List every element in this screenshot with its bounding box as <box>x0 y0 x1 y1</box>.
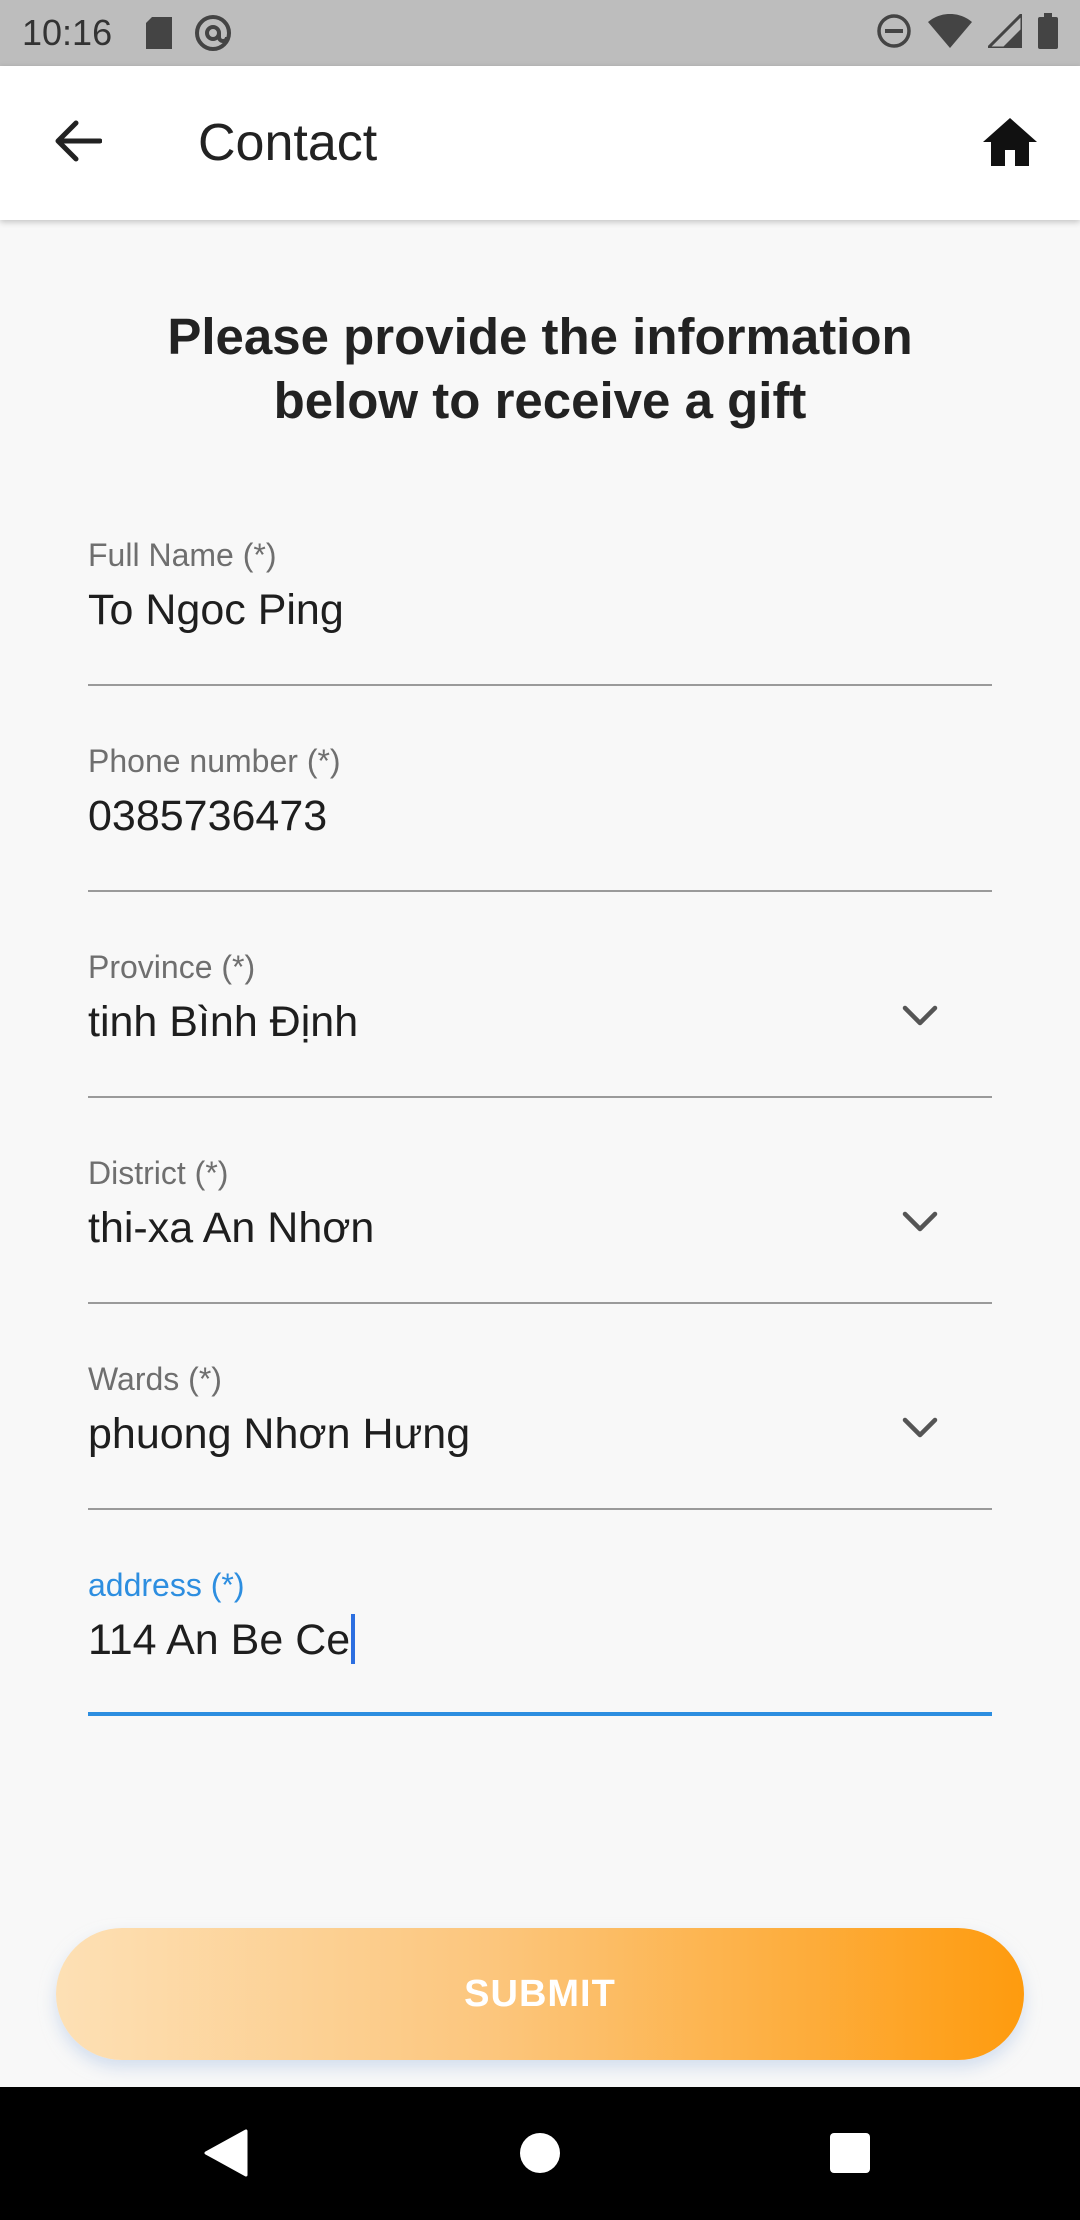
sd-card-icon <box>146 17 173 49</box>
status-time: 10:16 <box>22 12 113 53</box>
district-label: District (*) <box>88 1155 229 1191</box>
contact-screen: 10:16 Contact Please provide the informa… <box>0 0 1080 2220</box>
triangle-back-icon <box>204 2129 248 2182</box>
address-value: 114 An Be Ce <box>88 1616 351 1664</box>
district-value[interactable]: thi-xa An Nhơn <box>88 1198 374 1258</box>
at-sign-icon <box>194 14 232 52</box>
square-recents-icon <box>829 2132 871 2179</box>
circle-home-icon <box>519 2132 561 2179</box>
text-cursor <box>351 1613 356 1664</box>
signal-icon <box>984 9 1024 53</box>
do-not-disturb-icon <box>876 13 912 54</box>
phone-number-value[interactable]: 0385736473 <box>88 786 327 846</box>
nav-recents-button[interactable] <box>810 2115 890 2195</box>
phone-number-label: Phone number (*) <box>88 743 341 779</box>
home-icon <box>983 117 1037 171</box>
address-field[interactable]: address (*) 114 An Be Ce <box>88 1566 992 1716</box>
province-value[interactable]: tinh Bình Định <box>88 992 358 1052</box>
province-underline <box>88 1096 992 1098</box>
form-heading: Please provide the information below to … <box>90 305 990 433</box>
full-name-value[interactable]: To Ngoc Ping <box>88 580 344 640</box>
arrow-left-icon <box>54 120 103 167</box>
wifi-icon <box>928 13 972 53</box>
district-underline <box>88 1302 992 1304</box>
chevron-down-icon[interactable] <box>890 1398 950 1458</box>
back-button[interactable] <box>40 110 116 176</box>
submit-button[interactable]: SUBMIT <box>56 1928 1024 2060</box>
nav-back-button[interactable] <box>186 2115 266 2195</box>
wards-dropdown[interactable]: Wards (*) phuong Nhơn Hưng <box>88 1360 992 1510</box>
phone-number-field[interactable]: Phone number (*) 0385736473 <box>88 742 992 892</box>
province-label: Province (*) <box>88 949 256 985</box>
address-underline <box>88 1712 992 1716</box>
heading-line-2: below to receive a gift <box>273 372 807 429</box>
wards-label: Wards (*) <box>88 1361 222 1397</box>
full-name-underline <box>88 684 992 686</box>
nav-home-button[interactable] <box>500 2115 580 2195</box>
status-right-icons <box>876 9 1058 54</box>
home-button[interactable] <box>968 106 1052 182</box>
wards-underline <box>88 1508 992 1510</box>
page-title: Contact <box>198 114 378 172</box>
battery-icon <box>1038 12 1058 54</box>
address-label: address (*) <box>88 1567 245 1603</box>
address-input[interactable]: 114 An Be Ce <box>88 1610 356 1670</box>
system-nav-bar <box>0 2087 1080 2220</box>
province-dropdown[interactable]: Province (*) tinh Bình Định <box>88 948 992 1098</box>
chevron-down-icon[interactable] <box>890 986 950 1046</box>
chevron-down-icon[interactable] <box>890 1192 950 1252</box>
phone-number-underline <box>88 890 992 892</box>
wards-value[interactable]: phuong Nhơn Hưng <box>88 1404 470 1464</box>
heading-line-1: Please provide the information <box>167 308 913 365</box>
app-bar: Contact <box>0 66 1080 220</box>
full-name-label: Full Name (*) <box>88 537 277 573</box>
status-bar: 10:16 <box>0 0 1080 66</box>
district-dropdown[interactable]: District (*) thi-xa An Nhơn <box>88 1154 992 1304</box>
full-name-field[interactable]: Full Name (*) To Ngoc Ping <box>88 536 992 686</box>
